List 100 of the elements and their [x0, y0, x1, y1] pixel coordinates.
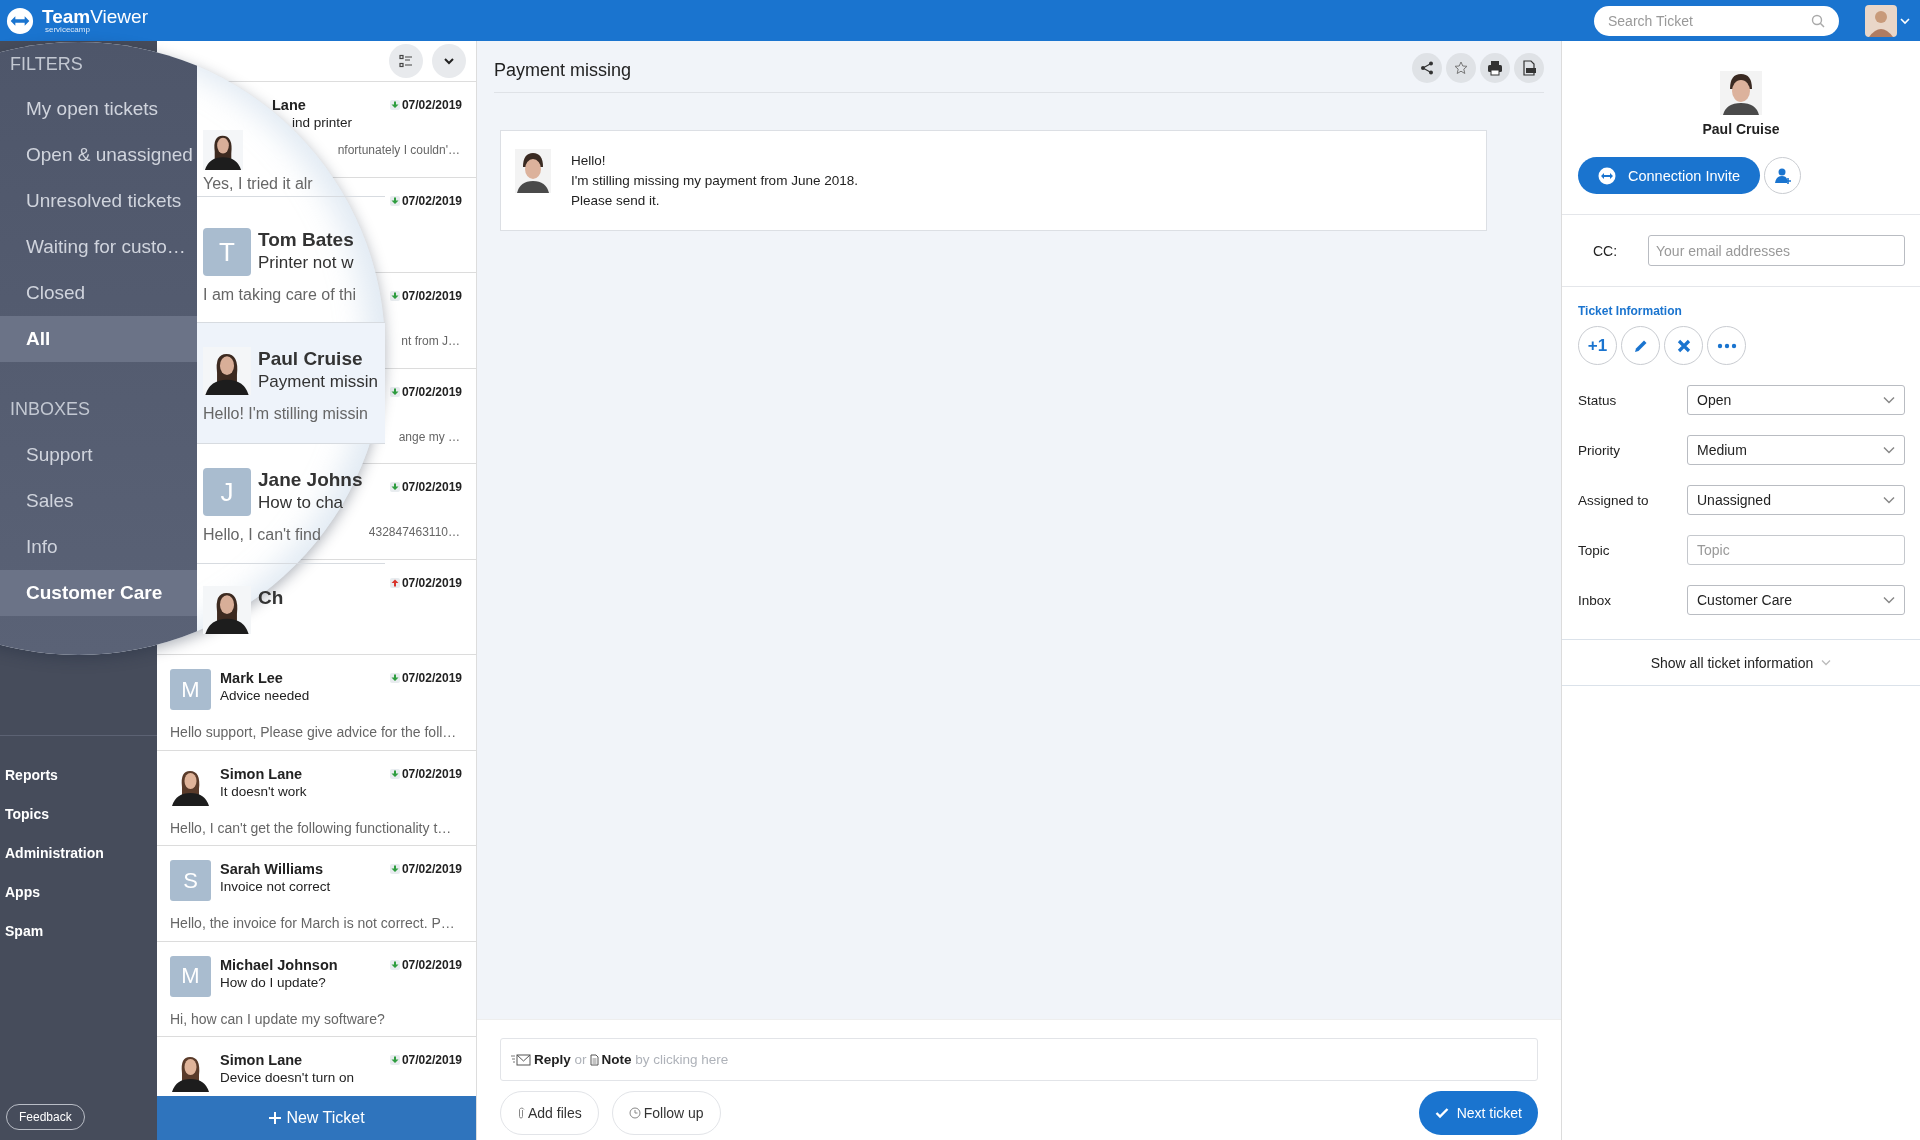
ticket-subject: Payment missin	[258, 371, 378, 393]
share-button[interactable]	[1412, 52, 1442, 83]
filter-item[interactable]: Waiting for custo…	[0, 224, 197, 270]
filter-item[interactable]: Open & unassigned	[0, 132, 197, 178]
select-field[interactable]: Customer Care	[1687, 585, 1905, 615]
filter-item[interactable]: My open tickets	[0, 86, 197, 132]
star-button[interactable]	[1446, 52, 1476, 83]
filter-item[interactable]: Unresolved tickets	[0, 178, 197, 224]
nav-item[interactable]: Spam	[0, 920, 157, 959]
filter-item[interactable]: All	[0, 316, 197, 362]
ticket-subject: Invoice not correct	[220, 878, 332, 896]
customer-name: Michael Johnson	[220, 955, 339, 974]
letter-avatar: J	[203, 468, 251, 516]
ticket-subject: Device doesn't turn on	[220, 1069, 355, 1087]
add-person-icon	[1773, 166, 1792, 185]
add-contact-button[interactable]	[1764, 157, 1802, 194]
select-field[interactable]: Open	[1687, 385, 1905, 415]
customer-name: Simon Lane	[220, 764, 304, 783]
plus-one-button[interactable]: +1	[1578, 326, 1617, 365]
ticket-preview: Hi, how can I update my software?	[170, 1009, 386, 1028]
log-button[interactable]	[1514, 52, 1544, 83]
ticket-subject: How do I update?	[220, 973, 327, 992]
inbox-item[interactable]: Sales	[0, 478, 197, 524]
person-avatar	[1720, 71, 1762, 115]
more-button[interactable]	[1707, 326, 1746, 365]
brand-subtitle: servicecamp	[45, 26, 91, 34]
nav-item[interactable]: Apps	[0, 881, 157, 920]
ticket-preview: 432847463110…	[368, 525, 460, 539]
ticket-row[interactable]: J Jane Johns How to cha Hello, I can't find	[197, 444, 369, 563]
ticket-preview: Hello, I can't get the following functionality t…	[170, 818, 453, 837]
ticket-date: 07/02/2019	[401, 97, 462, 114]
cc-label: CC:	[1593, 242, 1619, 259]
ticket-preview: Hello! I'm stilling missin	[203, 405, 368, 422]
nav-item[interactable]: Administration	[0, 842, 157, 881]
note-icon	[589, 1053, 599, 1066]
next-ticket-button[interactable]: Next ticket	[1418, 1091, 1538, 1135]
ticket-date: 07/02/2019	[401, 1052, 462, 1069]
text-field[interactable]: Topic	[1687, 535, 1905, 565]
logo-icon	[6, 6, 34, 35]
chevron-icon	[1821, 659, 1832, 666]
nav-item[interactable]: Topics	[0, 803, 157, 842]
ticket-date: 07/02/2019	[401, 861, 462, 878]
share-icon	[1420, 60, 1434, 75]
ticket-date: 07/02/2019	[401, 192, 462, 210]
person-avatar	[203, 586, 251, 634]
inbox-item[interactable]: Support	[0, 432, 197, 478]
customer-name: Tom Bates	[258, 228, 354, 252]
ticket-row[interactable]: T Tom Bates Printer not w I am taking care of thi	[197, 197, 362, 322]
ticket-preview: Hello support, Please give advice for the foll…	[170, 723, 458, 742]
field-label: Inbox	[1578, 592, 1613, 608]
customer-name: Ch	[258, 586, 284, 610]
list-icon	[399, 54, 413, 68]
section-heading: Ticket Information	[1578, 304, 1683, 318]
section-heading: INBOXES	[9, 398, 92, 421]
ticket-subject: Printer not w	[258, 252, 354, 274]
connection-invite-button[interactable]: Connection Invite	[1578, 157, 1761, 194]
select-field[interactable]: Unassigned	[1687, 485, 1905, 515]
add-files-button[interactable]: Add files	[500, 1091, 599, 1135]
field-label: Topic	[1578, 542, 1611, 558]
inbox-item[interactable]: Customer Care	[0, 570, 197, 616]
letter-avatar: S	[170, 860, 211, 901]
reply-field[interactable]: Reply or Note by clicking here	[500, 1038, 1538, 1081]
field-label: Priority	[1578, 442, 1621, 458]
cc-input[interactable]: Your email addresses	[1648, 235, 1905, 266]
customer-name: Lane	[272, 96, 307, 114]
user-menu-button[interactable]	[1865, 4, 1910, 37]
ticket-preview: nfortunately I couldn'…	[337, 143, 460, 157]
select-field[interactable]: Medium	[1687, 435, 1905, 465]
caret-icon	[443, 56, 455, 66]
follow-up-button[interactable]: Follow up	[611, 1091, 721, 1135]
ticket-date: 07/02/2019	[401, 479, 462, 496]
ticket-preview: ange my …	[398, 429, 460, 444]
edit-button[interactable]	[1621, 326, 1660, 365]
close-button[interactable]	[1664, 326, 1703, 365]
dropdown-button[interactable]	[432, 44, 466, 78]
customer-name: Paul Cruise	[258, 347, 364, 371]
ticket-subject: How to cha	[258, 492, 345, 514]
star-icon	[1454, 60, 1468, 75]
list-view-button[interactable]	[389, 44, 423, 78]
inbox-item[interactable]: Info	[0, 524, 197, 570]
new-ticket-button[interactable]: New Ticket	[157, 1096, 476, 1140]
plus-icon	[268, 1111, 283, 1125]
ticket-date: 07/02/2019	[401, 765, 462, 783]
filter-item[interactable]: Closed	[0, 270, 197, 316]
ticket-subject: Advice needed	[220, 687, 311, 705]
close-icon	[1676, 338, 1691, 353]
chevron-icon	[1883, 396, 1895, 404]
section-heading: FILTERS	[9, 53, 84, 76]
chevron-icon	[1883, 446, 1895, 454]
search-field[interactable]: Search Ticket	[1594, 5, 1839, 36]
ticket-row[interactable]: Ch	[197, 564, 290, 656]
ticket-preview: I am taking care of thi	[203, 286, 356, 303]
ticket-row[interactable]: Paul Cruise Payment missin Hello! I'm stilling missin	[197, 323, 385, 443]
chevron-icon	[1883, 496, 1895, 504]
print-button[interactable]	[1480, 52, 1510, 83]
ticket-title: Payment missing	[494, 59, 632, 81]
field-label: Status	[1578, 392, 1618, 408]
chevron-icon	[1883, 596, 1895, 604]
user-avatar	[1865, 4, 1897, 37]
nav-item[interactable]: Reports	[0, 764, 157, 803]
